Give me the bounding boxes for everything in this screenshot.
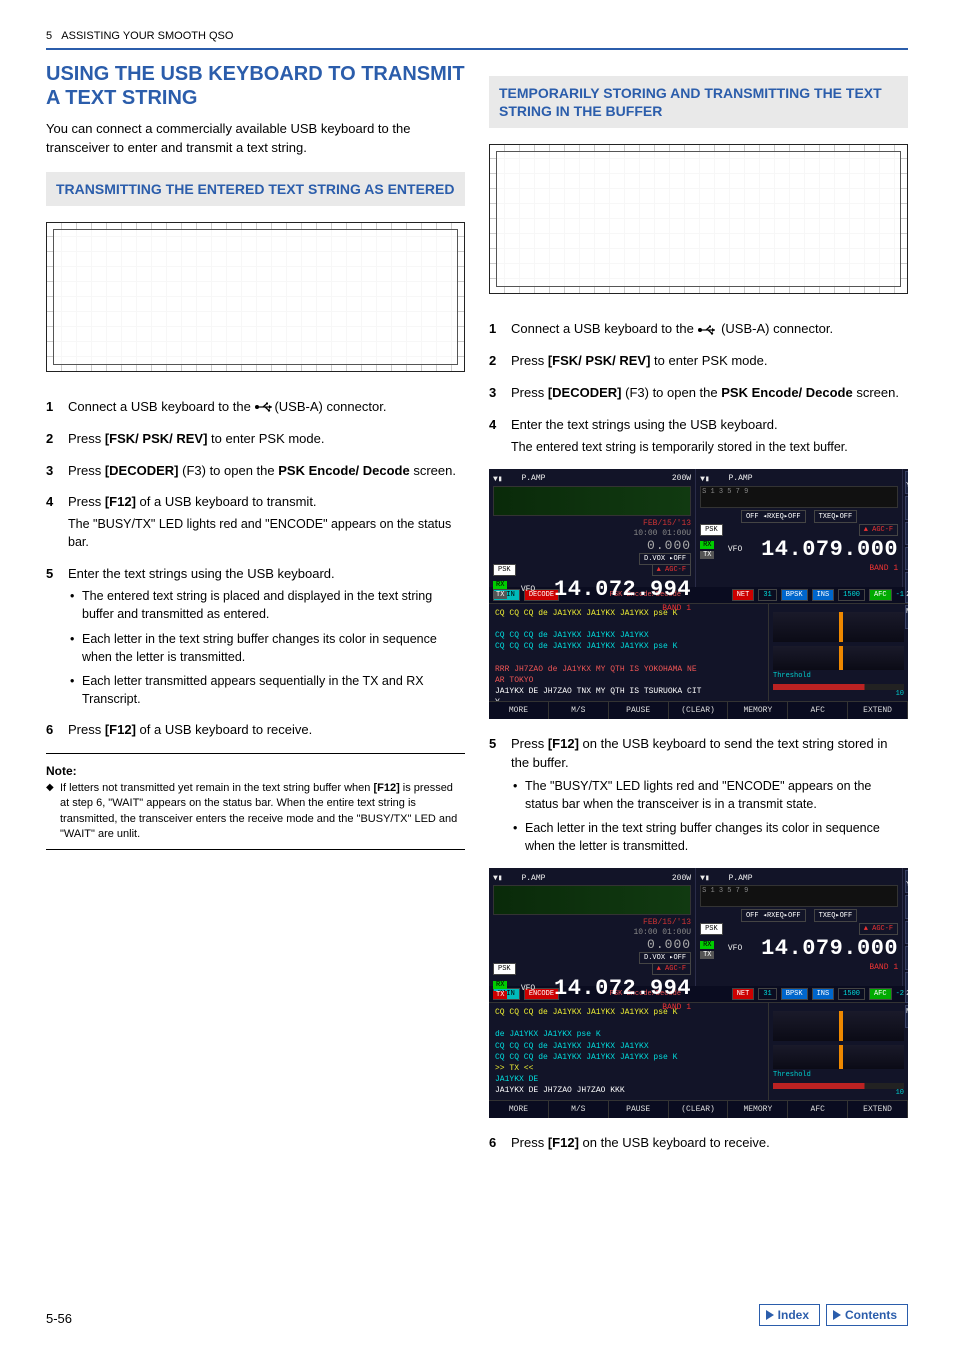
- step-1: Connect a USB keyboard to the (USB-A) co…: [46, 398, 465, 417]
- running-header: 5 ASSISTING YOUR SMOOTH QSO: [46, 30, 908, 42]
- index-button[interactable]: Index: [759, 1304, 820, 1326]
- play-icon: [766, 1310, 774, 1320]
- steps-right-b: Press [F12] on the USB keyboard to send …: [489, 735, 908, 855]
- contents-button[interactable]: Contents: [826, 1304, 908, 1326]
- step-5-bullets: The entered text string is placed and di…: [68, 587, 465, 708]
- intro-paragraph: You can connect a commercially available…: [46, 120, 465, 158]
- header-rule: [46, 48, 908, 50]
- bullet: Each letter transmitted appears sequenti…: [68, 672, 465, 708]
- step-6: Press [F12] of a USB keyboard to receive…: [46, 721, 465, 740]
- bullet: Each letter in the text string buffer ch…: [511, 819, 908, 855]
- step-2: Press [FSK/ PSK/ REV] to enter PSK mode.: [46, 430, 465, 449]
- page-number: 5-56: [46, 1311, 72, 1326]
- note-body: If letters not transmitted yet remain in…: [46, 781, 465, 850]
- note-label: Note:: [46, 764, 465, 778]
- sub-heading-left: TRANSMITTING THE ENTERED TEXT STRING AS …: [46, 172, 465, 206]
- step-1: Connect a USB keyboard to the (USB-A) co…: [489, 320, 908, 339]
- transceiver-diagram: [489, 144, 908, 294]
- step-2: Press [FSK/ PSK/ REV] to enter PSK mode.: [489, 352, 908, 371]
- step-6: Press [F12] on the USB keyboard to recei…: [489, 1134, 908, 1153]
- psk-screen-encode: ▼▮ P.AMP200W FEB/15/'1310:00 01:00U 0.00…: [489, 868, 908, 1118]
- step-3: Press [DECODER] (F3) to open the PSK Enc…: [46, 462, 465, 481]
- usb-icon: [254, 402, 274, 412]
- step-4-sub: The "BUSY/TX" LED lights red and "ENCODE…: [68, 515, 465, 551]
- section-title: ASSISTING YOUR SMOOTH QSO: [61, 30, 233, 42]
- bullet: The "BUSY/TX" LED lights red and "ENCODE…: [511, 777, 908, 813]
- step-4-sub: The entered text string is temporarily s…: [511, 438, 908, 456]
- steps-right-a: Connect a USB keyboard to the (USB-A) co…: [489, 320, 908, 456]
- section-number: 5: [46, 30, 52, 42]
- sub-heading-right: TEMPORARILY STORING AND TRANSMITTING THE…: [489, 76, 908, 128]
- step-5: Press [F12] on the USB keyboard to send …: [489, 735, 908, 855]
- play-icon: [833, 1310, 841, 1320]
- usb-icon: [697, 325, 717, 335]
- step-5-bullets: The "BUSY/TX" LED lights red and "ENCODE…: [511, 777, 908, 856]
- bullet: Each letter in the text string buffer ch…: [68, 630, 465, 666]
- step-5: Enter the text strings using the USB key…: [46, 565, 465, 709]
- main-heading: USING THE USB KEYBOARD TO TRANSMIT A TEX…: [46, 62, 465, 110]
- page-footer: 5-56 Index Contents: [46, 1304, 908, 1326]
- bullet: The entered text string is placed and di…: [68, 587, 465, 623]
- note-block: Note: If letters not transmitted yet rem…: [46, 753, 465, 850]
- psk-screen-decode: ▼▮ P.AMP200W FEB/15/'1310:00 01:00U 0.00…: [489, 469, 908, 719]
- right-column: TEMPORARILY STORING AND TRANSMITTING THE…: [489, 62, 908, 1166]
- left-column: USING THE USB KEYBOARD TO TRANSMIT A TEX…: [46, 62, 465, 1166]
- step-4: Enter the text strings using the USB key…: [489, 416, 908, 456]
- steps-left: Connect a USB keyboard to the (USB-A) co…: [46, 398, 465, 740]
- steps-right-c: Press [F12] on the USB keyboard to recei…: [489, 1134, 908, 1153]
- transceiver-diagram: [46, 222, 465, 372]
- step-4: Press [F12] of a USB keyboard to transmi…: [46, 493, 465, 551]
- step-3: Press [DECODER] (F3) to open the PSK Enc…: [489, 384, 908, 403]
